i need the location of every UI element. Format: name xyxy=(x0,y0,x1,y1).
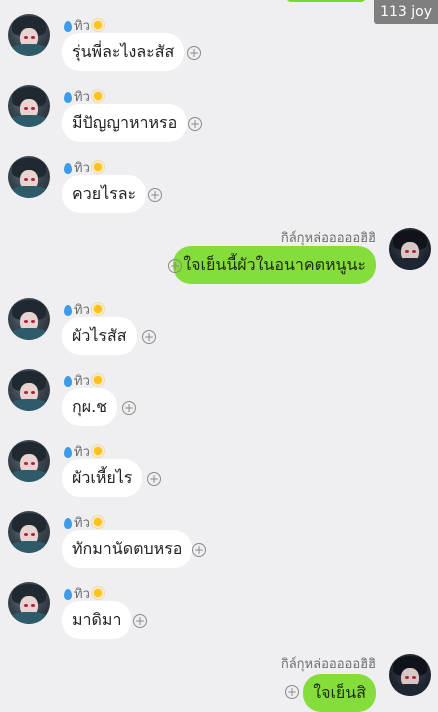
water-drop-icon xyxy=(64,162,72,174)
plus-circle-icon[interactable]: + xyxy=(168,259,182,273)
plus-circle-icon[interactable]: + xyxy=(147,472,161,486)
sender-avatar[interactable] xyxy=(8,14,50,56)
message-bubble[interactable]: ใจเย็นสิ xyxy=(303,674,376,712)
sender-name: ทิว xyxy=(64,300,104,318)
message-bubble[interactable]: ควยไรละ xyxy=(62,175,147,213)
watermark: 113 joy xyxy=(374,0,438,24)
sun-icon xyxy=(91,303,104,315)
sender-avatar[interactable] xyxy=(8,511,50,553)
plus-circle-icon[interactable]: + xyxy=(148,188,162,202)
sender-name: กิล์กุหล่อออออฮิฮิ xyxy=(280,230,376,246)
water-drop-icon xyxy=(64,375,72,387)
message-bubble[interactable]: รุ่นพี่ละไงละสัส xyxy=(62,33,185,71)
plus-circle-icon[interactable]: + xyxy=(192,543,206,557)
my-avatar[interactable] xyxy=(389,654,431,696)
sender-avatar[interactable] xyxy=(8,440,50,482)
sun-icon xyxy=(91,587,104,599)
sender-name: กิล์กุหล่อออออฮิฮิ xyxy=(280,656,376,672)
water-drop-icon xyxy=(64,446,72,458)
message-bubble[interactable]: กุผ.ช xyxy=(62,388,118,426)
sun-icon xyxy=(91,374,104,386)
message-bubble[interactable]: ผัวไรสัส xyxy=(62,317,137,355)
water-drop-icon xyxy=(64,304,72,316)
sender-name: ทิว xyxy=(64,16,104,34)
my-avatar[interactable] xyxy=(389,228,431,270)
plus-circle-icon[interactable]: + xyxy=(188,117,202,131)
sender-name: ทิว xyxy=(64,513,104,531)
sun-icon xyxy=(91,445,104,457)
sun-icon xyxy=(91,516,104,528)
sender-avatar[interactable] xyxy=(8,298,50,340)
message-bubble[interactable]: มาดิมา xyxy=(62,601,132,639)
message-bubble[interactable]: ทักมานัดตบหรอ xyxy=(62,530,193,568)
plus-circle-icon[interactable]: + xyxy=(133,614,147,628)
sender-avatar[interactable] xyxy=(8,85,50,127)
sender-name: ทิว xyxy=(64,87,104,105)
water-drop-icon xyxy=(64,91,72,103)
water-drop-icon xyxy=(64,20,72,32)
sender-avatar[interactable] xyxy=(8,156,50,198)
sun-icon xyxy=(91,161,104,173)
plus-circle-icon[interactable]: + xyxy=(285,685,299,699)
sender-avatar[interactable] xyxy=(8,369,50,411)
message-bubble[interactable]: ใจเย็นนี้ผัวในอนาคตหนูนะ xyxy=(173,246,376,284)
plus-circle-icon[interactable]: + xyxy=(142,330,156,344)
sender-name: ทิว xyxy=(64,371,104,389)
sun-icon xyxy=(91,90,104,102)
previous-message-bubble-edge xyxy=(286,0,366,2)
sender-name: ทิว xyxy=(64,584,104,602)
plus-circle-icon[interactable]: + xyxy=(187,46,201,60)
water-drop-icon xyxy=(64,517,72,529)
sender-name: ทิว xyxy=(64,158,104,176)
sun-icon xyxy=(91,19,104,31)
water-drop-icon xyxy=(64,588,72,600)
sender-avatar[interactable] xyxy=(8,582,50,624)
message-bubble[interactable]: มีปัญญาหาหรอ xyxy=(62,104,188,142)
sender-name: ทิว xyxy=(64,442,104,460)
message-bubble[interactable]: ผัวเหี้ยไร xyxy=(62,459,143,497)
plus-circle-icon[interactable]: + xyxy=(122,401,136,415)
